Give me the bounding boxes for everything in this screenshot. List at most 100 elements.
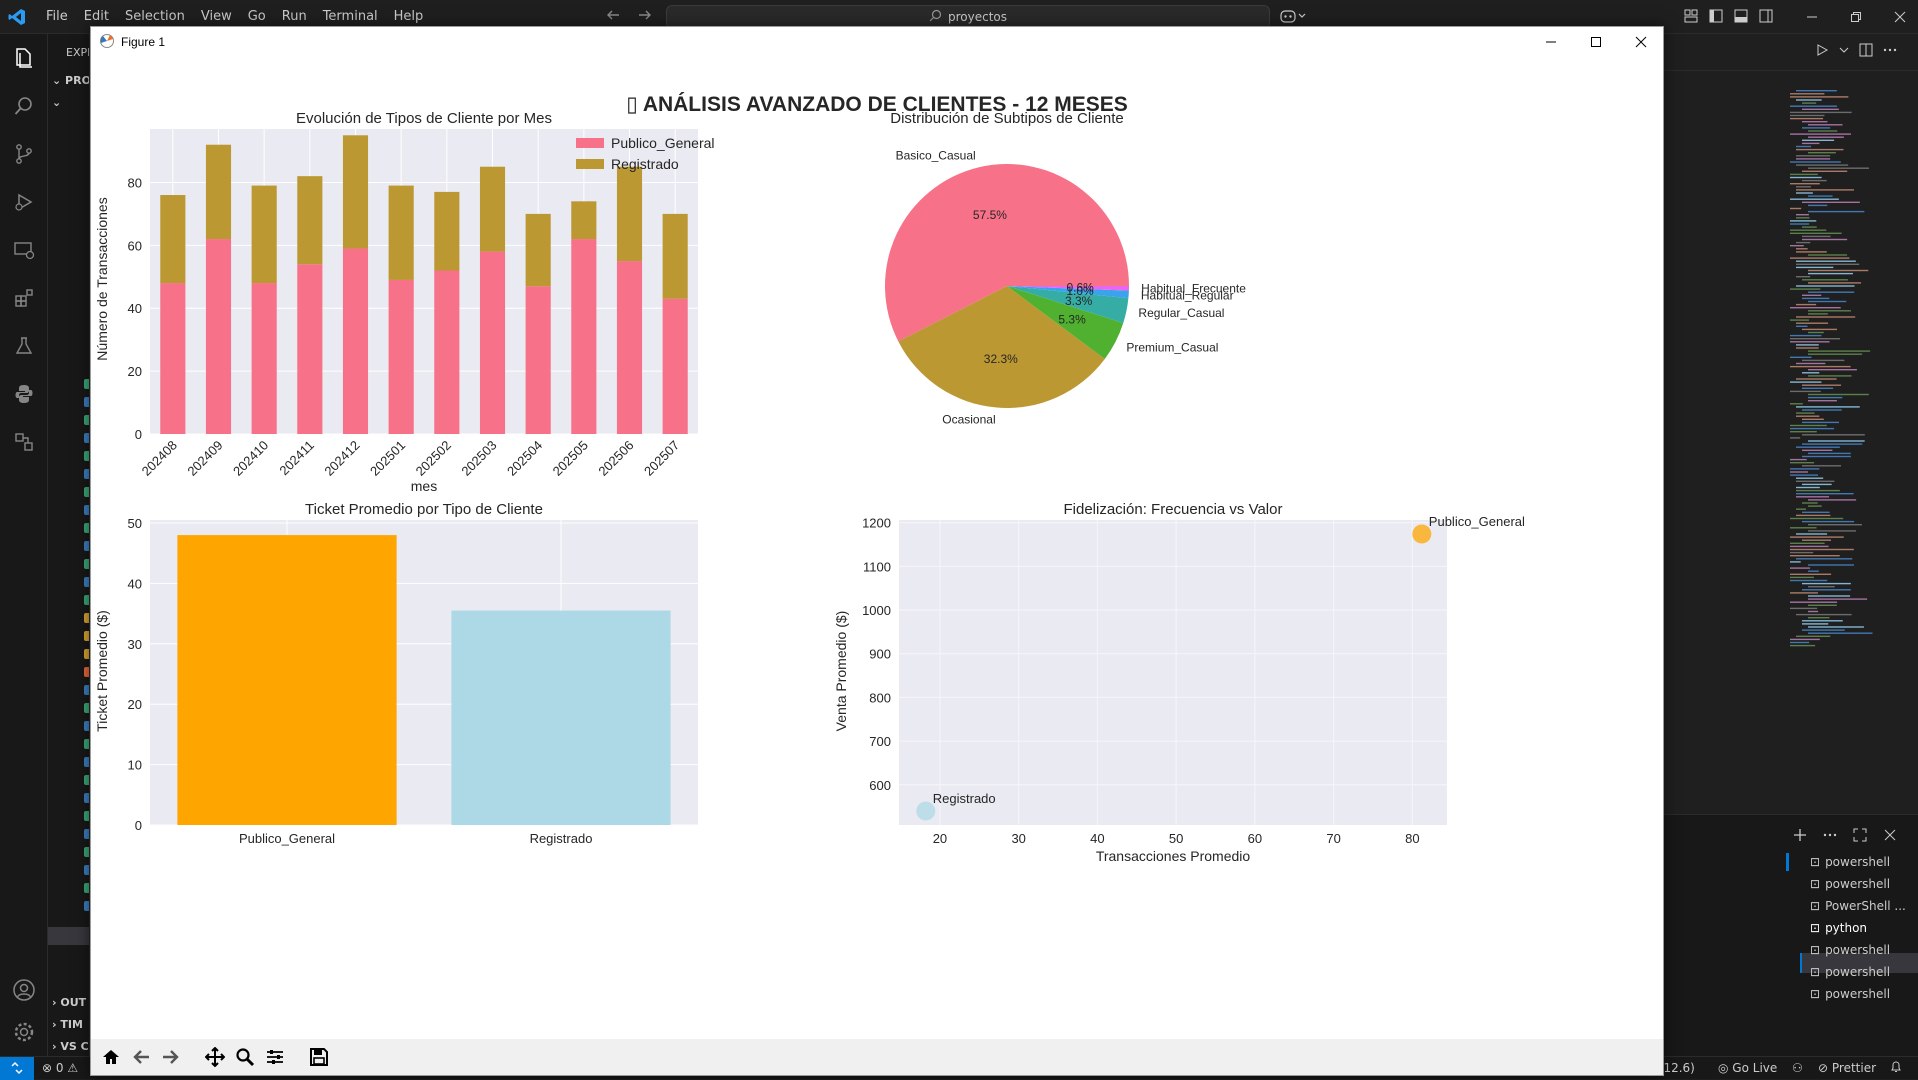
maximize-panel-icon[interactable] [1852, 827, 1868, 846]
toolbar-separator [189, 1045, 197, 1069]
python-icon[interactable] [10, 380, 38, 408]
testing-flask-icon[interactable] [10, 332, 38, 360]
bar[interactable] [451, 610, 671, 825]
bar[interactable] [177, 535, 397, 825]
notifications-bell-icon[interactable] [1890, 1060, 1902, 1076]
toggle-panel-icon[interactable] [1733, 8, 1749, 27]
forward-arrow-icon[interactable] [159, 1045, 183, 1069]
bar-segment[interactable] [160, 195, 186, 284]
minimap-line [1808, 269, 1869, 272]
configure-subplots-icon[interactable] [263, 1045, 287, 1069]
bar-segment[interactable] [662, 298, 688, 434]
bar-segment[interactable] [160, 283, 186, 434]
new-terminal-plus-icon[interactable] [1792, 827, 1808, 846]
back-arrow-icon[interactable] [605, 7, 621, 26]
project-folder-header[interactable]: ⌄ PRO [52, 74, 89, 87]
stacked-bar-chart: 0 20 40 60 80 202408 202409 202410 202411 202412… [94, 110, 715, 494]
bar-segment[interactable] [525, 286, 551, 434]
source-control-icon[interactable] [10, 140, 38, 168]
timeline-section[interactable]: › TIM [52, 1018, 83, 1031]
bar-segment[interactable] [479, 251, 506, 434]
save-figure-icon[interactable] [307, 1045, 331, 1069]
close-icon[interactable] [1878, 0, 1918, 34]
figure-canvas[interactable]: ▯ ANÁLISIS AVANZADO DE CLIENTES - 12 MES… [91, 57, 1663, 1039]
extensions-icon[interactable] [10, 284, 38, 312]
minimap-line [1808, 440, 1865, 442]
problems-status[interactable]: ⊗ 0 ⚠ [42, 1061, 78, 1075]
explorer-icon[interactable] [10, 44, 38, 72]
run-python-icon[interactable] [1814, 42, 1830, 61]
more-actions-icon[interactable] [1822, 827, 1838, 846]
minimap-line [1808, 124, 1843, 126]
pan-move-icon[interactable] [203, 1045, 227, 1069]
bar-segment[interactable] [388, 185, 414, 280]
more-actions-icon[interactable] [1882, 42, 1898, 61]
minimap[interactable] [1790, 90, 1900, 650]
figure-maximize-icon[interactable] [1573, 27, 1618, 57]
bar-segment[interactable] [616, 166, 643, 262]
x-tick-label: 202505 [550, 438, 591, 479]
figure-minimize-icon[interactable] [1528, 27, 1573, 57]
settings-gear-icon[interactable] [10, 1018, 38, 1046]
bar-segment[interactable] [388, 279, 414, 434]
toggle-sidebar-icon[interactable] [1708, 8, 1724, 27]
menu-file[interactable]: File [38, 0, 76, 34]
bar-segment[interactable] [251, 283, 277, 434]
close-panel-icon[interactable] [1882, 827, 1898, 846]
minimap-line [1808, 524, 1862, 526]
terminal-item[interactable]: ⊡ powershell [1810, 852, 1890, 872]
restore-icon[interactable] [1834, 0, 1878, 34]
minimap-line [1808, 586, 1835, 588]
minimap-line [1802, 449, 1833, 451]
selected-file-row[interactable] [48, 927, 89, 945]
bar-segment[interactable] [205, 239, 232, 434]
prettier-status[interactable]: ⊘ Prettier [1818, 1061, 1876, 1075]
chevron-down-icon[interactable] [1838, 42, 1850, 61]
search-icon[interactable] [10, 92, 38, 120]
bar-segment[interactable] [251, 185, 277, 284]
bar-segment[interactable] [342, 248, 369, 434]
terminal-item-active[interactable]: ⊡ python [1810, 918, 1867, 938]
folder-chevron-icon[interactable]: ⌄ [52, 96, 61, 109]
bar-segment[interactable] [297, 176, 323, 265]
bar-segment[interactable] [571, 201, 597, 240]
bar-segment[interactable] [616, 261, 643, 434]
terminal-item[interactable]: ⊡ powershell [1810, 940, 1890, 960]
back-arrow-icon[interactable] [129, 1045, 153, 1069]
toggle-secondary-sidebar-icon[interactable] [1758, 8, 1774, 27]
terminal-item[interactable]: ⊡ powershell [1810, 962, 1890, 982]
bar-segment[interactable] [525, 213, 551, 287]
figure-close-icon[interactable] [1618, 27, 1663, 57]
copilot-icon[interactable] [1280, 8, 1308, 27]
minimap-line [1802, 139, 1835, 141]
account-icon[interactable] [10, 976, 38, 1004]
remote-indicator-icon[interactable] [0, 1056, 34, 1080]
minimize-icon[interactable] [1790, 0, 1834, 34]
copilot-status-icon[interactable]: ⚇ [1792, 1061, 1803, 1075]
minimap-line [1796, 164, 1849, 166]
vscode-section[interactable]: › VS C [52, 1040, 89, 1053]
minimap-line [1790, 458, 1807, 461]
bar-segment[interactable] [571, 239, 597, 434]
home-icon[interactable] [99, 1045, 123, 1069]
minimap-line [1790, 471, 1809, 473]
split-editor-icon[interactable] [1858, 42, 1874, 61]
go-live-status[interactable]: ◎ Go Live [1718, 1061, 1777, 1075]
remote-explorer-icon[interactable] [10, 236, 38, 264]
bar-segment[interactable] [205, 144, 232, 240]
bar-segment[interactable] [342, 135, 369, 249]
terminal-item[interactable]: ⊡ PowerShell ... [1810, 896, 1906, 916]
zoom-magnifier-icon[interactable] [233, 1045, 257, 1069]
layout-customize-icon[interactable] [1683, 8, 1699, 27]
terminal-item[interactable]: ⊡ powershell [1810, 874, 1890, 894]
bar-segment[interactable] [434, 191, 460, 271]
bar-segment[interactable] [297, 264, 323, 434]
outline-section[interactable]: › OUT [52, 996, 86, 1009]
bar-segment[interactable] [479, 166, 506, 252]
bar-segment[interactable] [662, 213, 688, 299]
forward-arrow-icon[interactable] [637, 7, 653, 26]
database-icon[interactable] [10, 428, 38, 456]
terminal-item[interactable]: ⊡ powershell [1810, 984, 1890, 1004]
run-debug-icon[interactable] [10, 188, 38, 216]
bar-segment[interactable] [434, 270, 460, 434]
